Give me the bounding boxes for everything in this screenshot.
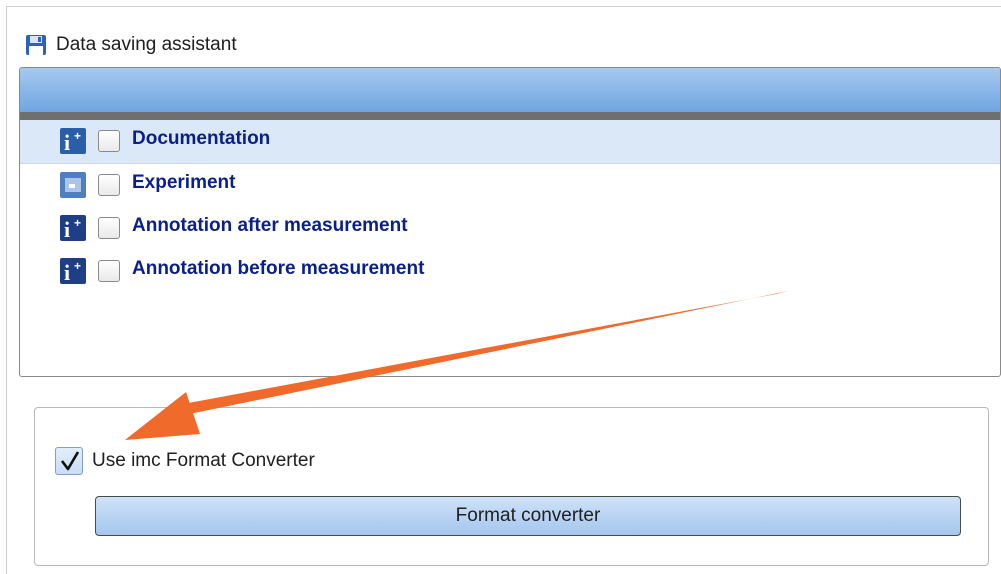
svg-text:+: + xyxy=(74,259,81,273)
tree-item-annotation-before[interactable]: i + Annotation before measurement xyxy=(20,250,1000,293)
annotation-before-checkbox[interactable] xyxy=(98,260,120,282)
tree-item-documentation[interactable]: i + Documentation xyxy=(20,120,1000,164)
svg-text:i: i xyxy=(64,217,70,241)
window-titlebar: Data saving assistant xyxy=(26,30,237,60)
use-converter-checkbox[interactable] xyxy=(55,447,83,475)
svg-text:+: + xyxy=(74,129,81,143)
floppy-disk-icon xyxy=(26,35,46,55)
tree-item-label: Experiment xyxy=(132,172,236,193)
use-converter-label: Use imc Format Converter xyxy=(92,450,315,471)
svg-text:i: i xyxy=(64,130,70,154)
tree-item-label: Documentation xyxy=(132,128,271,149)
tree-header-bar xyxy=(20,68,1000,120)
tree-item-label: Annotation before measurement xyxy=(132,258,425,279)
format-converter-button[interactable]: Format converter xyxy=(95,496,961,536)
documentation-checkbox[interactable] xyxy=(98,130,120,152)
svg-text:+: + xyxy=(74,216,81,230)
annotation-after-checkbox[interactable] xyxy=(98,217,120,239)
converter-options-group: Use imc Format Converter Format converte… xyxy=(34,407,989,566)
tree-item-experiment[interactable]: Experiment xyxy=(20,164,1000,207)
tree-item-label: Annotation after measurement xyxy=(132,215,408,236)
info-plus-icon: i + xyxy=(60,128,86,154)
experiment-icon xyxy=(60,172,86,198)
data-tree-panel: i + Documentation Experiment i + Annotat… xyxy=(19,67,1001,377)
info-plus-icon: i + xyxy=(60,258,86,284)
svg-text:i: i xyxy=(64,260,70,284)
info-plus-icon: i + xyxy=(60,215,86,241)
experiment-checkbox[interactable] xyxy=(98,174,120,196)
tree-item-annotation-after[interactable]: i + Annotation after measurement xyxy=(20,207,1000,250)
window-title: Data saving assistant xyxy=(56,34,237,55)
checkmark-icon xyxy=(60,451,80,471)
